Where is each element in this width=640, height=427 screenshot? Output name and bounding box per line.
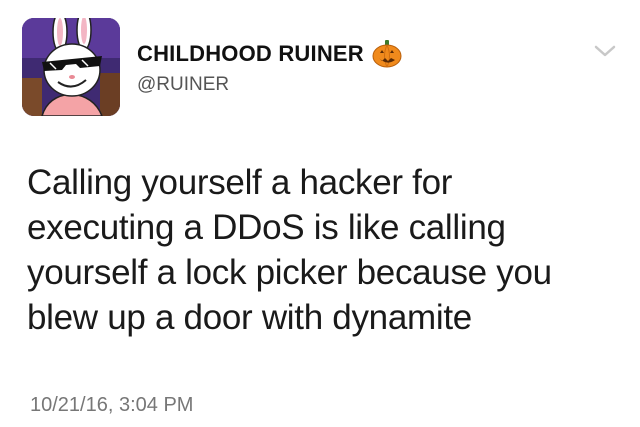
- profile-avatar[interactable]: [22, 18, 120, 116]
- user-handle[interactable]: @RUINER: [137, 74, 229, 96]
- display-name[interactable]: CHILDHOOD RUINER: [137, 41, 364, 67]
- chevron-down-icon[interactable]: [592, 42, 618, 60]
- tweet-timestamp[interactable]: 10/21/16, 3:04 PM: [30, 394, 193, 417]
- tweet-text-line: Calling yourself a hacker for: [27, 163, 453, 202]
- tweet-card: CHILDHOOD RUINER @RUINER Calling yoursel…: [0, 0, 640, 427]
- jack-o-lantern-icon: [372, 40, 402, 68]
- tweet-text-line: executing a DDoS is like calling: [27, 208, 506, 247]
- tweet-text-line: yourself a lock picker because you: [27, 253, 552, 292]
- display-name-row[interactable]: CHILDHOOD RUINER: [137, 40, 402, 68]
- tweet-body: Calling yourself a hacker for executing …: [27, 160, 627, 340]
- tweet-text-line: blew up a door with dynamite: [27, 298, 472, 337]
